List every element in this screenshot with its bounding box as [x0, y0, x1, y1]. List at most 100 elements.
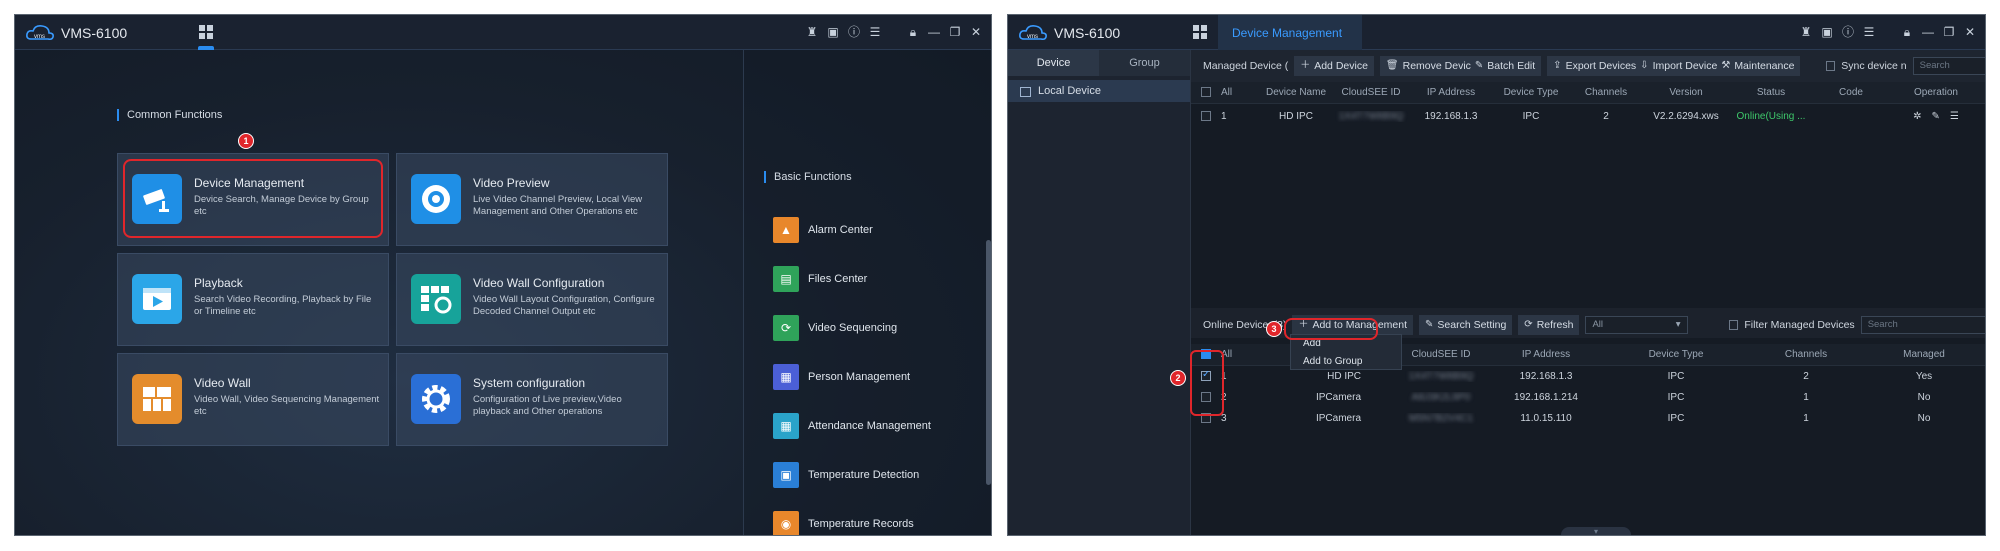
- restore-icon[interactable]: ❐: [1942, 24, 1956, 40]
- tab-device[interactable]: Device: [1008, 50, 1099, 76]
- sync-device-label: Sync device n: [1841, 60, 1907, 72]
- checkbox-highlight: [1190, 350, 1224, 416]
- vms-logo-icon: vms: [26, 25, 54, 41]
- video-wall-icon: [132, 374, 182, 424]
- export-devices-button[interactable]: ⇪ Export Devices ⇩ Import Device ⚒ Maintenanc…: [1547, 56, 1801, 76]
- import-icon: ⇩: [1640, 60, 1649, 71]
- title-bar: vms VMS-6100 Device Management ♜ ▣ ⓘ ☰ 🔒…: [1008, 15, 1985, 50]
- calendar-icon: ▦: [773, 413, 799, 439]
- wrench-icon: ⚒: [1721, 60, 1731, 71]
- monitor-icon[interactable]: ▣: [826, 24, 840, 40]
- card-title: Playback: [194, 276, 243, 290]
- column-header: IP Address: [1521, 349, 1571, 360]
- edit-icon[interactable]: ✎: [1932, 111, 1940, 122]
- svg-text:vms: vms: [1027, 34, 1038, 40]
- sync-device-checkbox[interactable]: [1825, 61, 1836, 71]
- card-system-configuration[interactable]: System configuration Configuration of Li…: [396, 353, 668, 446]
- basic-item-person-management[interactable]: ▦ Person Management: [773, 363, 910, 391]
- basic-item-alarm-center[interactable]: ▲ Alarm Center: [773, 216, 873, 244]
- trash-icon: 🗑︎: [1385, 60, 1399, 71]
- add-device-button[interactable]: ＋ Add Device: [1294, 56, 1374, 76]
- more-icon[interactable]: ☰: [1950, 111, 1959, 122]
- info-icon[interactable]: ⓘ: [847, 24, 861, 40]
- basic-item-temperature-detection[interactable]: ▣ Temperature Detection: [773, 461, 919, 489]
- status-badge: Online(Using ...: [1736, 111, 1806, 122]
- svg-text:vms: vms: [34, 34, 45, 40]
- wall-gear-icon: [411, 274, 461, 324]
- app-grid-icon[interactable]: [1193, 25, 1207, 39]
- sidebar-item-local-device[interactable]: Local Device: [1008, 80, 1190, 102]
- minimize-icon[interactable]: —: [1921, 24, 1935, 40]
- filter-managed-label: Filter Managed Devices: [1744, 319, 1855, 331]
- scrollbar[interactable]: [986, 240, 991, 485]
- column-header: Channels: [1784, 349, 1828, 360]
- card-description: Configuration of Live preview,Video play…: [473, 394, 622, 417]
- column-header: CloudSEE ID: [1341, 87, 1401, 98]
- card-description: Search Video Recording, Playback by File…: [194, 294, 372, 317]
- basic-item-temperature-records[interactable]: ◉ Temperature Records: [773, 510, 914, 535]
- lock-icon[interactable]: 🔒︎: [1900, 24, 1914, 40]
- search-setting-button[interactable]: ✎ Search Setting: [1419, 315, 1513, 335]
- lock-icon[interactable]: 🔒︎: [906, 24, 920, 40]
- grid-active-indicator: [198, 46, 214, 50]
- monitor-icon[interactable]: ▣: [1820, 24, 1834, 40]
- table-row[interactable]: 1 HD IPC 1X4T7W8B9Q 192.168.1.3 IPC 2 V2…: [1191, 106, 1985, 127]
- close-icon[interactable]: ✕: [969, 24, 983, 40]
- pencil-icon: ✎: [1425, 319, 1434, 330]
- menu-list-icon[interactable]: ☰: [1862, 24, 1876, 40]
- filter-managed-checkbox[interactable]: [1728, 320, 1739, 330]
- step-badge-2: 2: [1170, 370, 1186, 386]
- card-description: Video Wall, Video Sequencing Management …: [194, 394, 380, 417]
- column-header: Operation: [1914, 87, 1958, 98]
- card-title: Video Wall: [194, 376, 251, 390]
- close-icon[interactable]: ✕: [1963, 24, 1977, 40]
- row-checkbox[interactable]: [1201, 111, 1211, 122]
- gear-icon: [411, 374, 461, 424]
- sequence-icon: ⟳: [773, 315, 799, 341]
- menu-item-add-to-group[interactable]: Add to Group: [1291, 353, 1401, 371]
- export-icon: ⇪: [1553, 60, 1562, 71]
- card-video-wall[interactable]: Video Wall Video Wall, Video Sequencing …: [117, 353, 389, 446]
- alarm-icon[interactable]: ♜: [805, 24, 819, 40]
- device-management-highlight: [123, 159, 383, 238]
- panel-collapse-handle[interactable]: ▾: [1561, 527, 1631, 535]
- basic-functions-panel: Basic Functions ▲ Alarm Center ▤ Files Cen…: [743, 50, 991, 535]
- card-playback[interactable]: Playback Search Video Recording, Playbac…: [117, 253, 389, 346]
- info-icon[interactable]: ⓘ: [1841, 24, 1855, 40]
- column-header: Code: [1839, 87, 1863, 98]
- app-title: VMS-6100: [61, 25, 128, 41]
- film-play-icon: [132, 274, 182, 324]
- settings-icon[interactable]: ✲: [1913, 111, 1921, 122]
- tab-device-management[interactable]: Device Management: [1218, 15, 1362, 50]
- card-video-preview[interactable]: Video Preview Live Video Channel Preview…: [396, 153, 668, 246]
- managed-search-input[interactable]: Search: [1912, 57, 1985, 75]
- menu-list-icon[interactable]: ☰: [868, 24, 882, 40]
- refresh-button[interactable]: ⟳ Refresh: [1518, 315, 1580, 335]
- basic-item-attendance-management[interactable]: ▦ Attendance Management: [773, 412, 931, 440]
- column-header: Status: [1756, 87, 1786, 98]
- select-all-checkbox[interactable]: [1201, 87, 1211, 98]
- restore-icon[interactable]: ❐: [948, 24, 962, 40]
- temperature-person-icon: ▣: [773, 462, 799, 488]
- column-header: Device Type: [1503, 87, 1559, 98]
- alarm-icon[interactable]: ♜: [1799, 24, 1813, 40]
- tab-group[interactable]: Group: [1099, 50, 1190, 76]
- vms-logo-icon: vms: [1019, 25, 1047, 41]
- filter-select[interactable]: All: [1585, 316, 1688, 334]
- card-video-wall-configuration[interactable]: Video Wall Configuration Video Wall Layo…: [396, 253, 668, 346]
- basic-functions-label: Basic Functions: [764, 171, 852, 183]
- managed-device-label: Managed Device (: [1203, 60, 1289, 72]
- basic-item-video-sequencing[interactable]: ⟳ Video Sequencing: [773, 314, 897, 342]
- card-description: Live Video Channel Preview, Local View M…: [473, 194, 643, 217]
- common-functions-label: Common Functions: [117, 109, 222, 121]
- app-grid-icon[interactable]: [199, 25, 213, 39]
- refresh-icon: ⟳: [1524, 319, 1533, 330]
- minimize-icon[interactable]: —: [927, 24, 941, 40]
- table-row[interactable]: 2 IPCamera A8J3K2L9P0 192.168.1.214 IPC …: [1191, 387, 1985, 408]
- basic-item-files-center[interactable]: ▤ Files Center: [773, 265, 867, 293]
- table-row[interactable]: 3 IPCamera M5N7B2V4C1 11.0.15.110 IPC 1 …: [1191, 408, 1985, 429]
- remove-device-button[interactable]: 🗑︎ Remove Devic ✎ Batch Edit: [1379, 56, 1542, 76]
- online-search-input[interactable]: Search: [1860, 316, 1985, 334]
- column-header: CloudSEE ID: [1411, 349, 1471, 360]
- pencil-icon: ✎: [1474, 60, 1484, 71]
